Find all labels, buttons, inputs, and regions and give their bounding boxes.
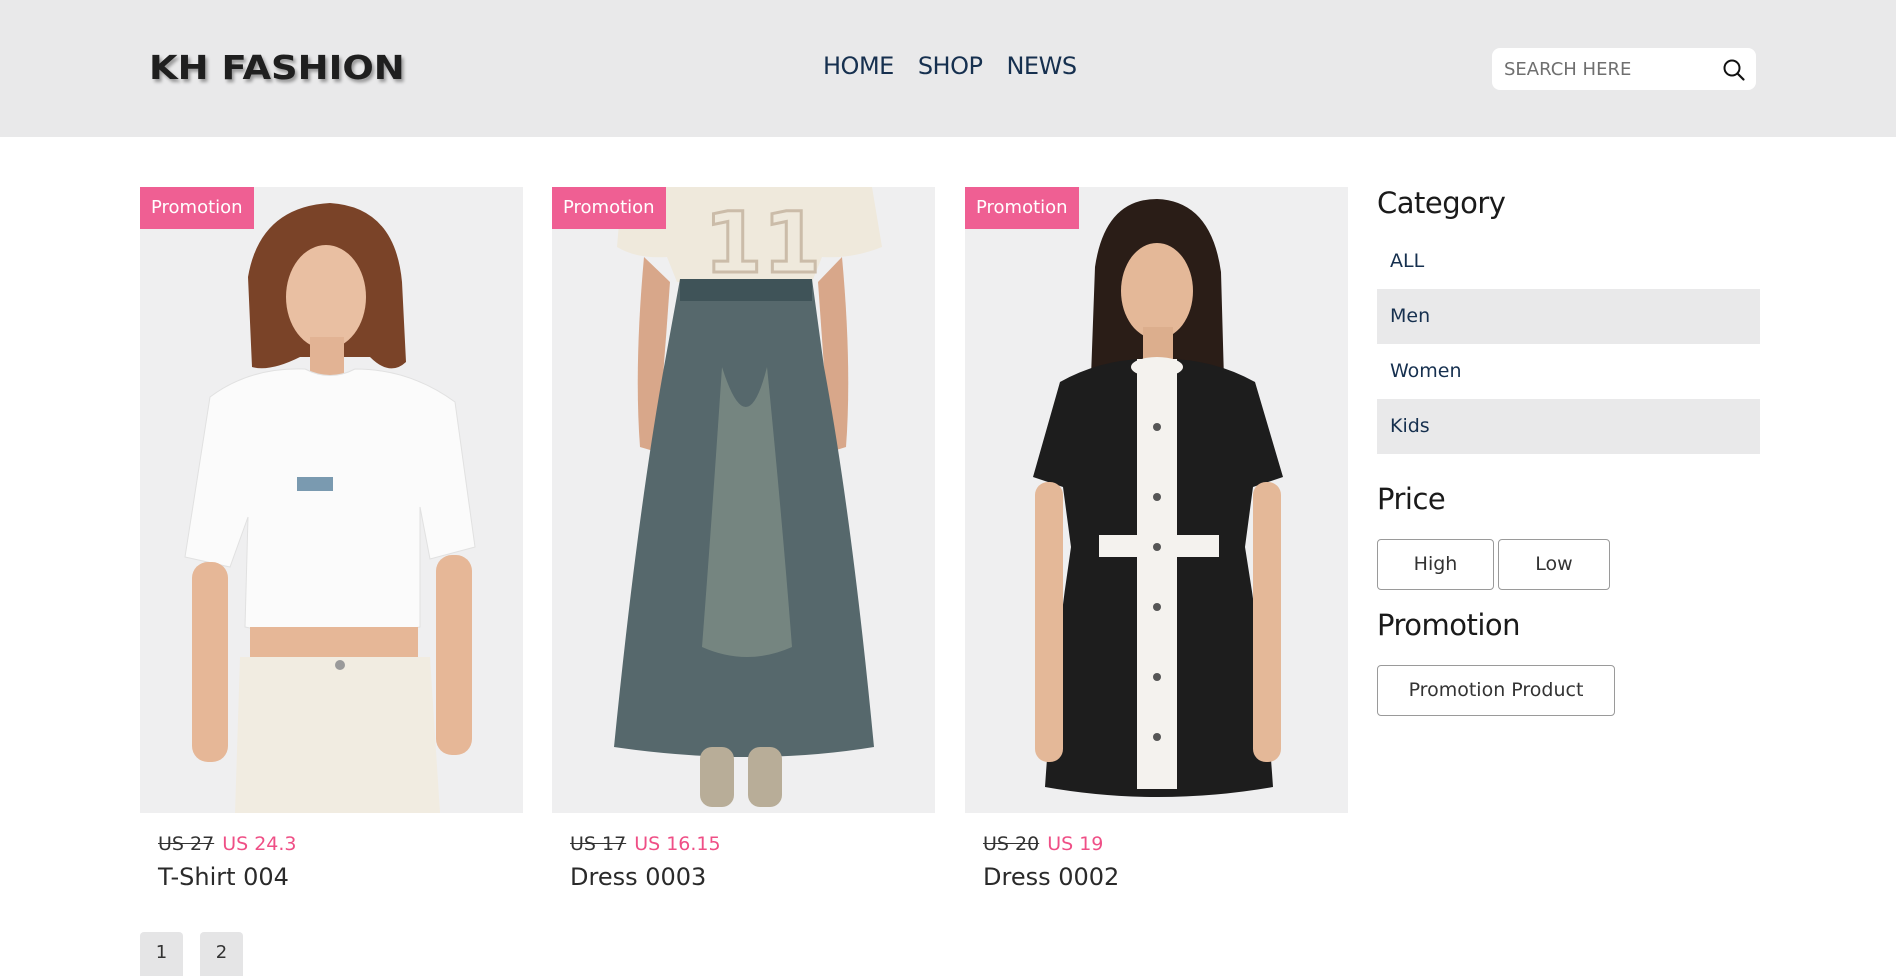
product-card[interactable]: 11 Promotion US 17 US 16.15 Dress 0003 (552, 187, 935, 891)
sale-price: US 16.15 (634, 833, 721, 855)
nav-home[interactable]: HOME (823, 52, 894, 80)
product-image[interactable]: 11 Promotion (552, 187, 935, 813)
search-box (1492, 48, 1756, 90)
product-image[interactable]: Promotion (140, 187, 523, 813)
category-heading: Category (1377, 186, 1506, 220)
promotion-heading: Promotion (1377, 608, 1521, 642)
category-item-all[interactable]: ALL (1377, 234, 1760, 289)
original-price: US 17 (570, 833, 627, 855)
category-item-men[interactable]: Men (1377, 289, 1760, 344)
promotion-badge: Promotion (965, 187, 1079, 229)
site-header: KH FASHION HOME SHOP NEWS (0, 0, 1896, 137)
promotion-badge: Promotion (552, 187, 666, 229)
product-name[interactable]: Dress 0003 (570, 863, 706, 891)
page-button-1[interactable]: 1 (140, 932, 183, 976)
price-heading: Price (1377, 482, 1446, 516)
promotion-product-button[interactable]: Promotion Product (1377, 665, 1615, 716)
search-input[interactable] (1504, 48, 1714, 90)
search-icon[interactable] (1722, 58, 1746, 82)
category-item-women[interactable]: Women (1377, 344, 1760, 399)
product-name[interactable]: T-Shirt 004 (158, 863, 289, 891)
promotion-badge: Promotion (140, 187, 254, 229)
page-button-2[interactable]: 2 (200, 932, 243, 976)
price-high-button[interactable]: High (1377, 539, 1494, 590)
price-row: US 27 US 24.3 (158, 833, 297, 855)
category-item-kids[interactable]: Kids (1377, 399, 1760, 454)
price-row: US 17 US 16.15 (570, 833, 721, 855)
main-nav: HOME SHOP NEWS (823, 52, 1077, 80)
site-logo[interactable]: KH FASHION (149, 48, 405, 87)
product-card[interactable]: Promotion US 27 US 24.3 T-Shirt 004 (140, 187, 523, 891)
price-row: US 20 US 19 (983, 833, 1103, 855)
original-price: US 27 (158, 833, 215, 855)
product-name[interactable]: Dress 0002 (983, 863, 1119, 891)
sale-price: US 24.3 (222, 833, 297, 855)
original-price: US 20 (983, 833, 1040, 855)
svg-text:11: 11 (704, 194, 821, 292)
sale-price: US 19 (1047, 833, 1104, 855)
nav-news[interactable]: NEWS (1006, 52, 1077, 80)
product-image[interactable]: Promotion (965, 187, 1348, 813)
price-low-button[interactable]: Low (1498, 539, 1610, 590)
product-card[interactable]: Promotion US 20 US 19 Dress 0002 (965, 187, 1348, 891)
nav-shop[interactable]: SHOP (918, 52, 983, 80)
